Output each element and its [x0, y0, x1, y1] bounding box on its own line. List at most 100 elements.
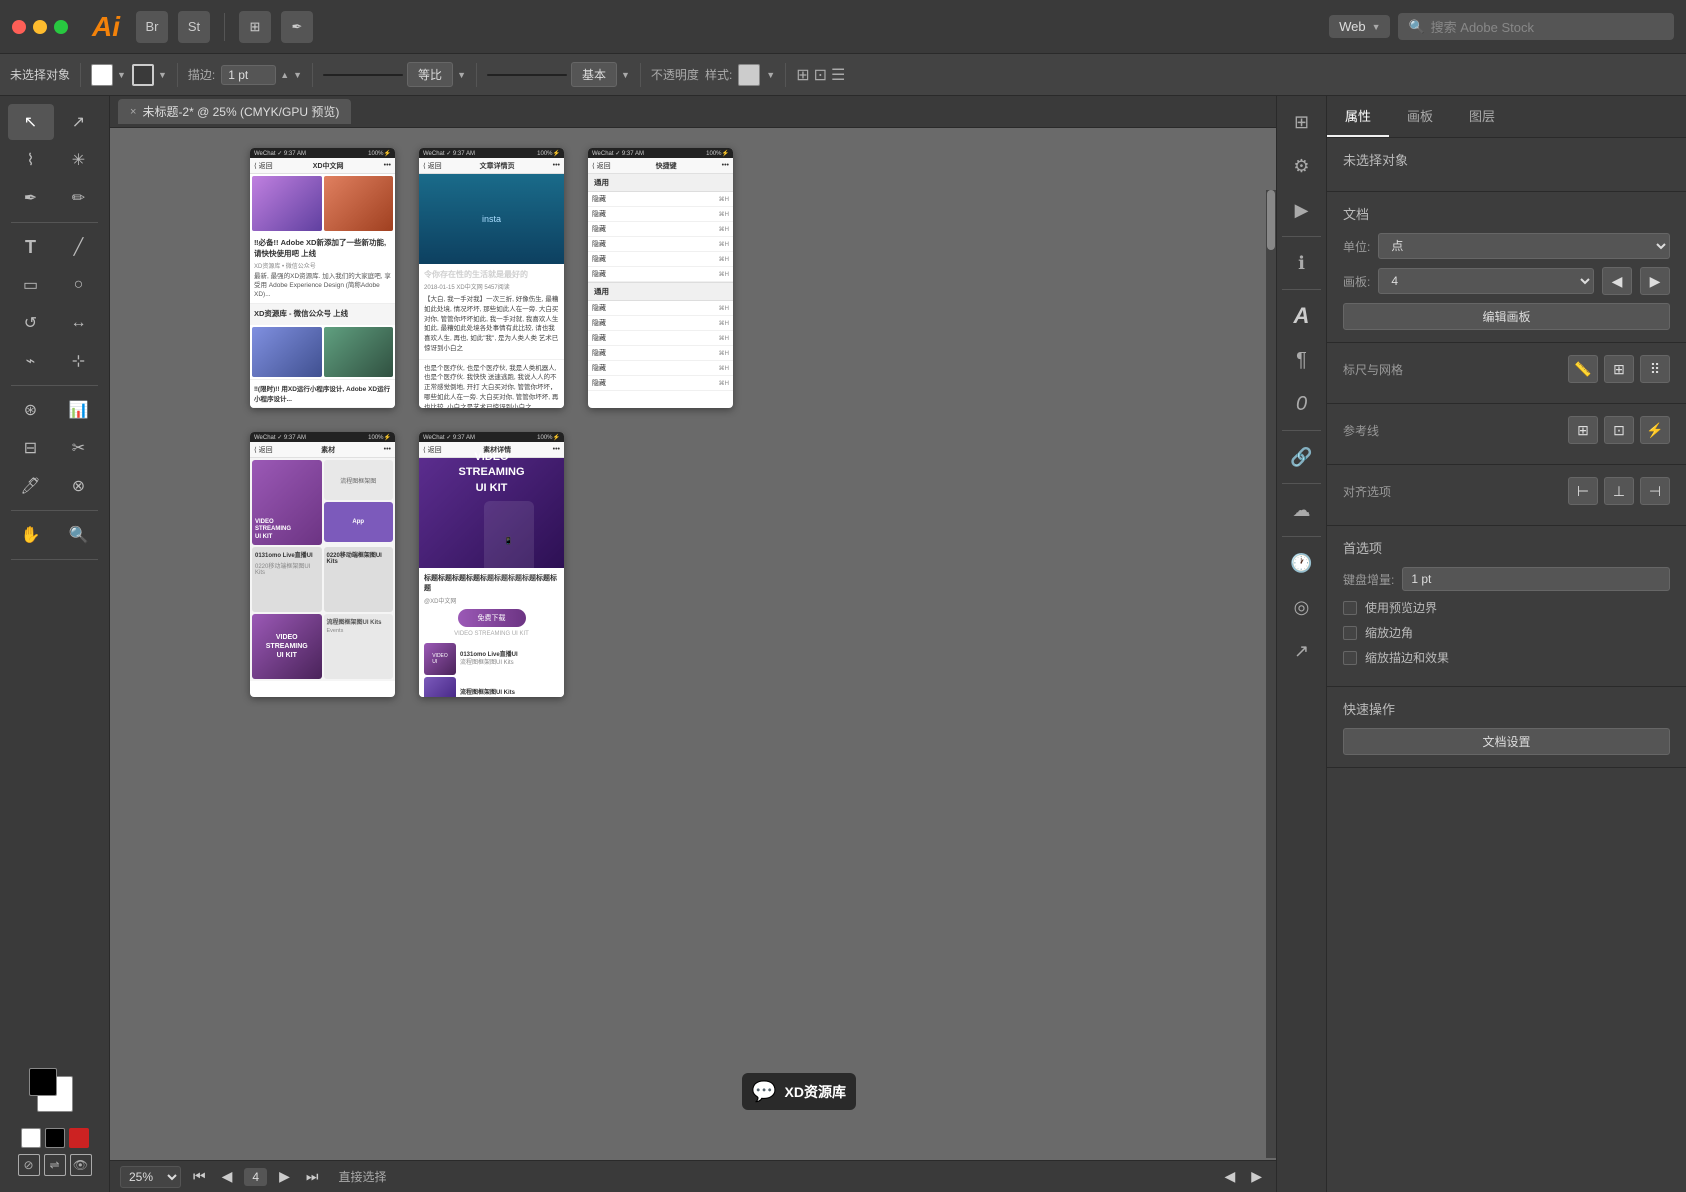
scale-tool[interactable]: ↔	[56, 305, 102, 341]
artboard-3[interactable]: WeChat ✓ 9:37 AM100%⚡ ⟨ 返回 快捷键 ••• 通用	[588, 148, 733, 408]
pen-tool[interactable]: ✒	[8, 180, 54, 216]
gear-icon[interactable]: ⚙	[1284, 148, 1320, 184]
align-icon-3[interactable]: ⊣	[1640, 477, 1670, 505]
stroke-weight-input[interactable]	[221, 65, 276, 85]
slice-tool[interactable]: ⊟	[8, 430, 54, 466]
eyedropper-tool[interactable]: 🖊	[8, 468, 54, 504]
export-icon[interactable]: ↗	[1284, 633, 1320, 669]
adjust-icon[interactable]: ◎	[1284, 589, 1320, 625]
tab-close-icon[interactable]: ×	[130, 106, 136, 118]
zoom-select[interactable]: 25% 50% 100%	[120, 1166, 181, 1188]
play-icon[interactable]: ▶	[1284, 192, 1320, 228]
grid-icon[interactable]: ⊞	[1604, 355, 1634, 383]
align-icon3[interactable]: ☰	[831, 65, 845, 85]
ruler-icon[interactable]: 📏	[1568, 355, 1598, 383]
free-transform-tool[interactable]: ⊹	[56, 343, 102, 379]
unit-select[interactable]: 点 px mm	[1378, 233, 1670, 259]
stock-icon[interactable]: St	[178, 11, 210, 43]
vertical-scrollbar[interactable]	[1266, 160, 1276, 1128]
workspace-grid-icon[interactable]: ⊞	[239, 11, 271, 43]
artboard-2[interactable]: WeChat ✓ 9:37 AM100%⚡ ⟨ 返回 文章详情页 ••• ins…	[419, 148, 564, 408]
artboard-prev-btn[interactable]: ◀	[1602, 267, 1632, 295]
stroke-color[interactable]	[132, 64, 154, 86]
blend-tool[interactable]: ⊗	[56, 468, 102, 504]
canvas-content[interactable]: WeChat ✓ 9:37 AM100%⚡ ⟨ 返回 XD中文网 •••	[110, 128, 1276, 1160]
align-icon1[interactable]: ⊞	[796, 65, 809, 85]
stroke-up-icon[interactable]: ▲	[280, 70, 289, 80]
cloud-icon[interactable]: ☁	[1284, 492, 1320, 528]
ab5-download-btn[interactable]: 免费下载	[424, 609, 559, 627]
scale-corners-checkbox[interactable]	[1343, 626, 1357, 640]
fullscreen-button[interactable]	[54, 20, 68, 34]
chart-tool[interactable]: 📊	[56, 392, 102, 428]
doc-settings-btn[interactable]: 文档设置	[1343, 728, 1670, 755]
ellipse-tool[interactable]: ○	[56, 267, 102, 303]
prev-artboard-btn[interactable]: ◀	[218, 1166, 237, 1187]
preview-bounds-checkbox[interactable]	[1343, 601, 1357, 615]
stroke-down-icon[interactable]: ▼	[293, 70, 302, 80]
align-icon-2[interactable]: ⊥	[1604, 477, 1634, 505]
magic-wand-tool[interactable]: ✳	[56, 142, 102, 178]
artboard-next-btn[interactable]: ▶	[1640, 267, 1670, 295]
minimize-button[interactable]	[33, 20, 47, 34]
table-icon[interactable]: ⊞	[1284, 104, 1320, 140]
guide-icon-1[interactable]: ⊞	[1568, 416, 1598, 444]
canvas-tab[interactable]: × 未标题-2* @ 25% (CMYK/GPU 预览)	[118, 99, 351, 124]
zero-icon[interactable]: 0	[1284, 386, 1320, 422]
tab-properties[interactable]: 属性	[1327, 96, 1389, 137]
text-tool[interactable]: T	[8, 229, 54, 265]
ratio-button[interactable]: 等比	[407, 62, 453, 87]
artboard-5[interactable]: WeChat ✓ 9:37 AM100%⚡ ⟨ 返回 素材详情 ••• VIDE…	[419, 432, 564, 697]
type-icon[interactable]: A	[1284, 298, 1320, 334]
rect-tool[interactable]: ▭	[8, 267, 54, 303]
lasso-tool[interactable]: ⌇	[8, 142, 54, 178]
line-tool[interactable]: ╱	[56, 229, 102, 265]
base-button[interactable]: 基本	[571, 62, 617, 87]
history-icon[interactable]: 🕐	[1284, 545, 1320, 581]
link-icon[interactable]: 🔗	[1284, 439, 1320, 475]
scroll-left-btn[interactable]: ◀	[1220, 1166, 1239, 1187]
keyboard-input[interactable]	[1402, 567, 1670, 591]
guide-icon-2[interactable]: ⊡	[1604, 416, 1634, 444]
red-swatch[interactable]	[69, 1128, 89, 1148]
knife-tool[interactable]: ✂	[56, 430, 102, 466]
warp-tool[interactable]: ⌁	[8, 343, 54, 379]
bridge-icon[interactable]: Br	[136, 11, 168, 43]
guide-icon-3[interactable]: ⚡	[1640, 416, 1670, 444]
stroke-swatch-large[interactable]	[29, 1068, 57, 1096]
swap-swatch[interactable]: ⇌	[44, 1154, 66, 1176]
tab-artboard[interactable]: 画板	[1389, 96, 1451, 137]
artboard-4[interactable]: WeChat ✓ 9:37 AM100%⚡ ⟨ 返回 素材 ••• VIDEOS…	[250, 432, 395, 697]
dot-grid-icon[interactable]: ⠿	[1640, 355, 1670, 383]
first-artboard-btn[interactable]: ⏮	[189, 1166, 210, 1187]
scrollbar-thumb[interactable]	[1267, 190, 1275, 250]
black-swatch[interactable]	[45, 1128, 65, 1148]
fill-color[interactable]	[91, 64, 113, 86]
tab-layers[interactable]: 图层	[1451, 96, 1513, 137]
last-artboard-btn[interactable]: ⏭	[302, 1166, 323, 1187]
workspace-dropdown[interactable]: Web ▼	[1329, 15, 1390, 38]
hand-tool[interactable]: ✋	[8, 517, 54, 553]
paragraph-icon[interactable]: ¶	[1284, 342, 1320, 378]
white-swatch[interactable]	[21, 1128, 41, 1148]
align-icon2[interactable]: ⊡	[814, 65, 827, 85]
close-button[interactable]	[12, 20, 26, 34]
align-icon-1[interactable]: ⊢	[1568, 477, 1598, 505]
direct-select-tool[interactable]: ↗	[56, 104, 102, 140]
scale-strokes-checkbox[interactable]	[1343, 651, 1357, 665]
eye-swatch[interactable]: 👁	[70, 1154, 92, 1176]
edit-artboard-btn[interactable]: 编辑画板	[1343, 303, 1670, 330]
pen-tool-icon[interactable]: ✒	[281, 11, 313, 43]
select-tool[interactable]: ↖	[8, 104, 54, 140]
artboard-1[interactable]: WeChat ✓ 9:37 AM100%⚡ ⟨ 返回 XD中文网 •••	[250, 148, 395, 408]
info-icon[interactable]: ℹ	[1284, 245, 1320, 281]
brush-tool[interactable]: ✏	[56, 180, 102, 216]
next-artboard-btn[interactable]: ▶	[275, 1166, 294, 1187]
symbol-spray-tool[interactable]: ⊛	[8, 392, 54, 428]
scroll-right-btn[interactable]: ▶	[1247, 1166, 1266, 1187]
artboard-select[interactable]: 4	[1378, 268, 1594, 294]
zoom-tool[interactable]: 🔍	[56, 517, 102, 553]
rotate-tool[interactable]: ↺	[8, 305, 54, 341]
style-swatch[interactable]	[738, 64, 760, 86]
stock-search[interactable]: 🔍 搜索 Adobe Stock	[1398, 13, 1674, 40]
